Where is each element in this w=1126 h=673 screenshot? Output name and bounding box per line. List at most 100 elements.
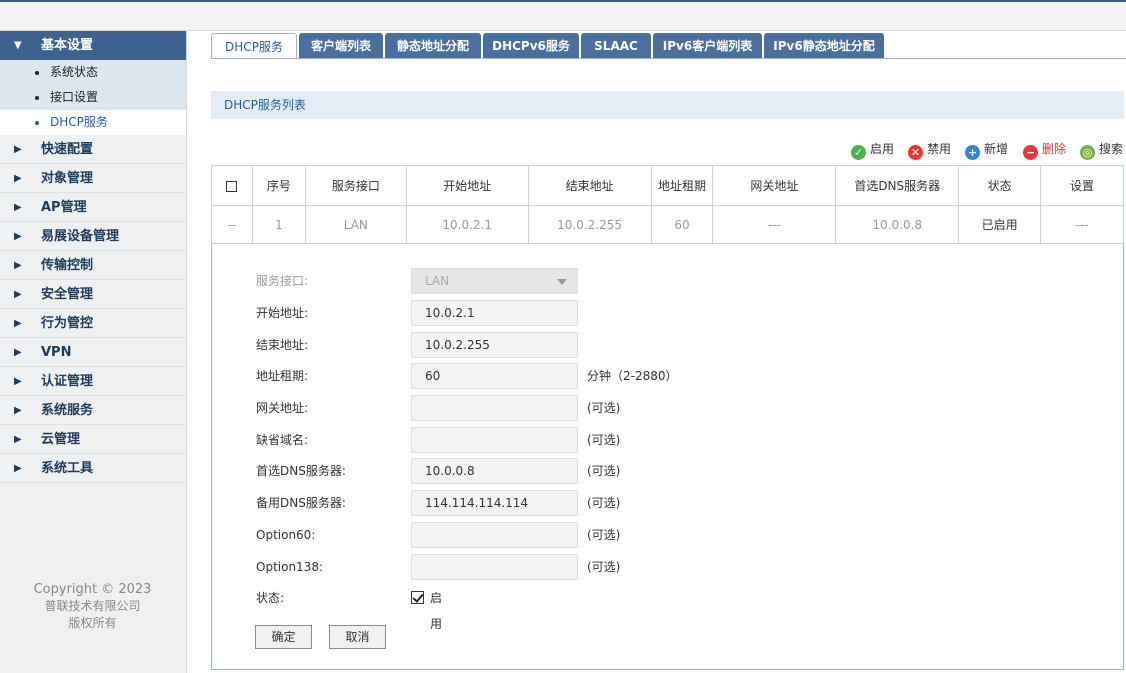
row-dns: 10.0.0.8 [835,205,960,244]
row-end-address: 10.0.2.255 [527,205,652,244]
menu-label: 行为管控 [41,316,94,331]
menu-label: 系统服务 [41,403,94,418]
row-gateway: --- [712,205,837,244]
caret-right-icon: ▶ [14,318,22,329]
domain-input[interactable] [411,427,578,453]
menu-security-management[interactable]: ▶ 安全管理 [0,280,186,309]
delete-button[interactable]: − 删除 [1023,140,1066,160]
tab-dhcp-service[interactable]: DHCP服务 [211,33,297,59]
column-header: 首选DNS服务器 [835,165,960,206]
caret-right-icon: ▶ [14,260,22,271]
add-button[interactable]: + 新增 [965,140,1008,160]
caret-right-icon: ▶ [14,202,22,213]
menu-label: VPN [41,345,72,360]
column-header: 结束地址 [527,165,652,206]
lease-label: 地址租期: [256,369,309,383]
bullet-icon [35,71,39,75]
row-index: 1 [251,205,306,244]
secondary-dns-input[interactable]: 114.114.114.114 [411,490,578,516]
menu-quick-config[interactable]: ▶ 快速配置 [0,135,186,164]
menu-easy-device-management[interactable]: ▶ 易展设备管理 [0,222,186,251]
column-header: 开始地址 [405,165,529,206]
search-icon: ◎ [1080,145,1095,160]
enable-checkbox-label: 启用 [430,591,443,631]
cancel-button[interactable]: 取消 [329,625,386,649]
enable-checkbox[interactable] [411,591,424,604]
tab-client-list[interactable]: 客户端列表 [299,33,383,59]
search-label: 搜索 [1099,142,1124,156]
enable-label: 启用 [870,142,895,156]
end-address-input[interactable]: 10.0.2.255 [411,332,578,358]
optional-hint: (可选) [587,560,621,574]
caret-down-icon: ▼ [14,40,22,51]
select-all-checkbox[interactable] [226,180,238,192]
menu-system-services[interactable]: ▶ 系统服务 [0,396,186,425]
menu-system-tools[interactable]: ▶ 系统工具 [0,454,186,483]
menu-label: 易展设备管理 [41,229,120,244]
tab-dhcpv6-service[interactable]: DHCPv6服务 [483,33,579,59]
minus-circle-icon: − [1023,145,1038,160]
menu-object-management[interactable]: ▶ 对象管理 [0,164,186,193]
column-header: 服务接口 [304,165,407,206]
end-address-label: 结束地址: [256,338,309,352]
enable-button[interactable]: ✓ 启用 [851,140,895,160]
sidebar-item-system-status[interactable]: 系统状态 [0,60,186,85]
edit-form-panel: 服务接口: LAN 开始地址: 10.0.2.1 结束地址: 10.0.2.25… [211,243,1124,670]
menu-vpn[interactable]: ▶ VPN [0,338,186,367]
ok-button[interactable]: 确定 [255,625,312,649]
section-title: DHCP服务列表 [211,91,1124,119]
sidebar-item-interface-settings[interactable]: 接口设置 [0,85,186,110]
domain-label: 缺省域名: [256,433,309,447]
option60-input[interactable] [411,522,578,548]
interface-select[interactable]: LAN [411,268,578,294]
option138-input[interactable] [411,554,578,580]
sidebar-item-label: DHCP服务 [50,115,108,129]
copyright-rights: 版权所有 [68,616,117,630]
sidebar-item-label: 接口设置 [50,90,99,104]
column-header: 地址租期 [650,165,714,206]
lease-hint: 分钟（2-2880） [587,369,678,383]
caret-right-icon: ▶ [14,463,22,474]
lease-input[interactable]: 60 [411,363,578,389]
tab-slaac[interactable]: SLAAC [581,33,651,59]
table-row[interactable]: -- 1 LAN 10.0.2.1 10.0.2.255 60 --- 10.0… [211,205,1124,244]
menu-label: 基本设置 [41,38,94,53]
tab-ipv6-client-list[interactable]: IPv6客户端列表 [653,33,762,59]
chevron-down-icon [557,279,567,285]
status-label: 状态: [256,591,285,605]
gateway-input[interactable] [411,395,578,421]
tab-static-address[interactable]: 静态地址分配 [385,33,481,59]
menu-behavior-control[interactable]: ▶ 行为管控 [0,309,186,338]
interface-select-value: LAN [425,274,450,288]
search-button[interactable]: ◎ 搜索 [1080,140,1124,160]
sidebar: ▼ 基本设置 系统状态 接口设置 DHCP服务 ▶ 快速配置 ▶ 对象管理 ▶ AP管… [0,31,187,673]
disable-button[interactable]: ✕ 禁用 [908,140,951,160]
tab-underline [211,58,1126,59]
top-bar [0,0,1126,31]
check-circle-icon: ✓ [851,145,866,160]
sidebar-item-dhcp-service[interactable]: DHCP服务 [0,110,186,135]
menu-basic-settings[interactable]: ▼ 基本设置 [0,31,186,60]
interface-label: 服务接口: [256,274,309,288]
menu-cloud-management[interactable]: ▶ 云管理 [0,425,186,454]
optional-hint: (可选) [587,528,621,542]
select-all-header [211,165,253,206]
menu-label: 传输控制 [41,258,94,273]
menu-label: 认证管理 [41,374,94,389]
caret-right-icon: ▶ [14,173,22,184]
start-address-label: 开始地址: [256,306,309,320]
caret-right-icon: ▶ [14,347,22,358]
start-address-input[interactable]: 10.0.2.1 [411,300,578,326]
submenu-basic-settings: 系统状态 接口设置 DHCP服务 [0,60,186,135]
caret-right-icon: ▶ [14,231,22,242]
primary-dns-input[interactable]: 10.0.0.8 [411,458,578,484]
row-check: -- [211,205,253,244]
row-status: 已启用 [958,205,1042,244]
bullet-icon [35,121,39,125]
copyright-company: 普联技术有限公司 [44,599,141,613]
menu-auth-management[interactable]: ▶ 认证管理 [0,367,186,396]
menu-ap-management[interactable]: ▶ AP管理 [0,193,186,222]
column-header: 设置 [1040,165,1124,206]
tab-ipv6-static-address[interactable]: IPv6静态地址分配 [764,33,884,59]
menu-transfer-control[interactable]: ▶ 传输控制 [0,251,186,280]
